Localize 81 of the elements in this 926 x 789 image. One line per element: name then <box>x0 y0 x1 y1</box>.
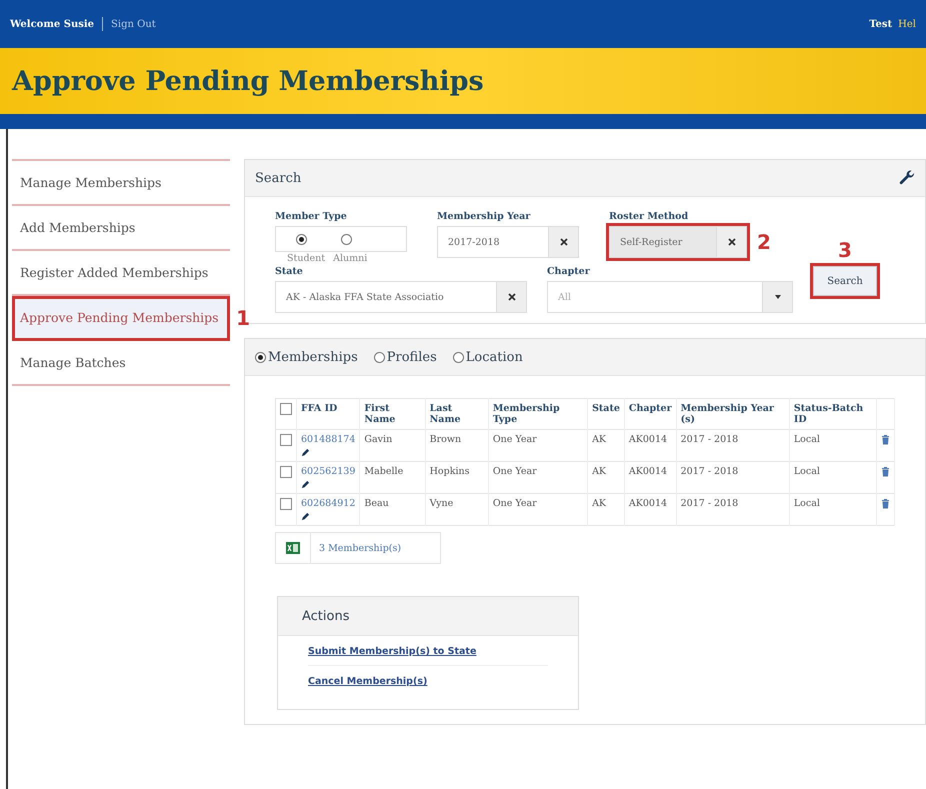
clear-icon[interactable] <box>548 227 578 257</box>
column-header: First Name <box>360 398 426 430</box>
trash-icon[interactable] <box>880 498 890 509</box>
table-cell: 2017 - 2018 <box>676 494 790 526</box>
table-cell: AK <box>588 462 624 494</box>
column-header: State <box>588 398 624 430</box>
panel-title: Actions <box>302 608 350 624</box>
state-select[interactable]: AK - Alaska FFA State Associatio <box>275 281 527 313</box>
ffa-id-link[interactable]: 602684912 <box>301 498 356 509</box>
trash-icon[interactable] <box>880 434 890 445</box>
view-radio[interactable]: Location <box>452 350 523 364</box>
radio-button[interactable] <box>341 234 352 244</box>
table-cell: 2017 - 2018 <box>676 430 790 462</box>
callout-number: 3 <box>838 238 852 262</box>
column-header: Chapter <box>624 398 676 430</box>
table-cell: One Year <box>488 430 588 462</box>
clear-icon[interactable] <box>716 227 746 257</box>
action-link[interactable]: Submit Membership(s) to State <box>308 646 548 666</box>
spreadsheet-icon[interactable] <box>286 541 300 555</box>
chapter-select[interactable]: All <box>547 281 793 313</box>
field-label: Roster Method <box>609 211 690 222</box>
table-cell: Local <box>789 430 876 462</box>
trash-icon[interactable] <box>880 466 890 477</box>
table-cell: AK <box>588 430 624 462</box>
table-cell: Local <box>789 462 876 494</box>
field-label: Membership Year <box>437 211 532 222</box>
page-title: Approve Pending Memberships <box>12 66 484 96</box>
membership-count: 3 Membership(s) <box>310 533 402 563</box>
radio-label: Student <box>287 253 326 264</box>
sidebar-item[interactable]: Manage Batches <box>12 341 230 386</box>
view-radio[interactable]: Memberships <box>255 350 358 364</box>
row-checkbox[interactable] <box>280 466 292 478</box>
table-cell: Beau <box>360 494 426 526</box>
sidebar-item[interactable]: Add Memberships <box>12 206 230 251</box>
column-header: Status-Batch ID <box>789 398 876 430</box>
field-label: State <box>275 266 304 277</box>
panel-title: Search <box>255 170 302 186</box>
pencil-icon[interactable] <box>301 512 310 521</box>
sign-out-link[interactable]: Sign Out <box>111 18 156 30</box>
pencil-icon[interactable] <box>301 448 310 457</box>
welcome-text: Welcome Susie <box>10 18 94 30</box>
chapter-input[interactable]: All <box>548 292 762 302</box>
field-label: Member Type <box>275 211 348 222</box>
pencil-icon[interactable] <box>301 480 310 489</box>
table-cell: AK0014 <box>624 430 676 462</box>
radio-button[interactable] <box>296 234 307 244</box>
column-header: Membership Year (s) <box>676 398 790 430</box>
table-cell: One Year <box>488 494 588 526</box>
wrench-icon[interactable] <box>899 170 915 186</box>
table-cell: Brown <box>425 430 488 462</box>
action-link[interactable]: Cancel Membership(s) <box>308 676 548 695</box>
header-link[interactable]: Test <box>869 18 892 30</box>
search-button[interactable]: Search <box>813 266 877 296</box>
ffa-id-link[interactable]: 601488174 <box>301 434 356 445</box>
column-header: Last Name <box>425 398 488 430</box>
table-cell: One Year <box>488 462 588 494</box>
callout-number: 2 <box>757 230 771 254</box>
table-cell: AK0014 <box>624 494 676 526</box>
year-select[interactable]: 2017-2018 <box>437 226 579 258</box>
view-radio[interactable]: Profiles <box>374 350 437 364</box>
table-cell: Hopkins <box>425 462 488 494</box>
ffa-id-link[interactable]: 602562139 <box>301 466 356 477</box>
field-label: Chapter <box>547 266 591 277</box>
table-cell: AK0014 <box>624 462 676 494</box>
roster-method-select[interactable]: Self-Register <box>609 226 747 258</box>
table-cell: 2017 - 2018 <box>676 462 790 494</box>
select-all-checkbox[interactable] <box>280 403 292 415</box>
table-cell: Mabelle <box>360 462 426 494</box>
column-header: Membership Type <box>488 398 588 430</box>
row-checkbox[interactable] <box>280 434 292 446</box>
table-cell: Gavin <box>360 430 426 462</box>
sidebar-item[interactable]: Manage Memberships <box>12 161 230 206</box>
table-cell: Vyne <box>425 494 488 526</box>
callout-number: 1 <box>236 306 250 330</box>
radio-label: Alumni <box>333 253 368 264</box>
clear-icon[interactable] <box>496 282 526 312</box>
row-checkbox[interactable] <box>280 498 292 510</box>
header-link[interactable]: Hel <box>898 18 916 30</box>
table-cell: AK <box>588 494 624 526</box>
column-header: FFA ID <box>296 398 360 430</box>
table-cell: Local <box>789 494 876 526</box>
